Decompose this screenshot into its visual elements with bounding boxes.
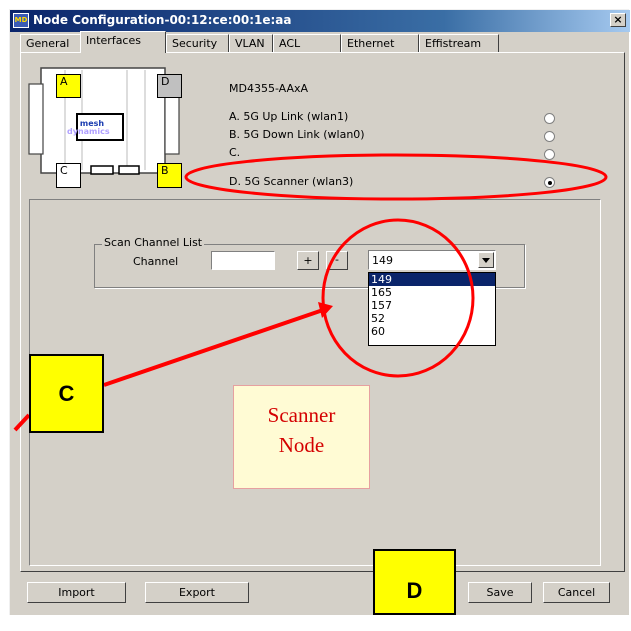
export-button[interactable]: Export <box>145 582 249 603</box>
chevron-down-icon[interactable] <box>478 252 494 268</box>
scanner-node-label: Scanner Node <box>233 385 370 489</box>
channel-label: Channel <box>133 255 179 268</box>
tab-acl[interactable]: ACL <box>273 34 341 52</box>
tab-effistream[interactable]: Effistream <box>419 34 499 52</box>
channel-option[interactable]: 165 <box>369 286 495 299</box>
interface-label-d: D. 5G Scanner (wlan3) <box>229 175 354 188</box>
channel-input[interactable] <box>211 251 275 270</box>
interface-radio-c[interactable] <box>544 149 555 160</box>
channel-select[interactable]: 149 <box>368 250 496 270</box>
logo-line-2: dynamics <box>67 127 110 136</box>
mesh-dynamics-logo: mesh dynamics <box>67 120 110 136</box>
close-button[interactable]: × <box>610 13 626 27</box>
app-icon: MD <box>13 13 29 28</box>
tab-general[interactable]: General <box>20 34 81 52</box>
device-model: MD4355-AAxA <box>229 82 309 95</box>
interface-label-a: A. 5G Up Link (wlan1) <box>229 110 349 123</box>
scanner-label-line-2: Node <box>278 433 325 457</box>
channel-option[interactable]: 60 <box>369 325 495 338</box>
interface-radio-d[interactable] <box>544 177 555 188</box>
channel-option[interactable]: 157 <box>369 299 495 312</box>
window-title: Node Configuration-00:12:ce:00:1e:aa <box>33 13 292 27</box>
import-button[interactable]: Import <box>27 582 126 603</box>
callout-c: C <box>29 354 104 433</box>
interface-radio-b[interactable] <box>544 131 555 142</box>
port-a: A <box>56 74 81 98</box>
tab-interfaces[interactable]: Interfaces <box>80 31 166 53</box>
port-c: C <box>56 163 81 188</box>
channel-option[interactable]: 52 <box>369 312 495 325</box>
interface-label-b: B. 5G Down Link (wlan0) <box>229 128 365 141</box>
remove-channel-button[interactable]: - <box>326 251 348 270</box>
channel-select-value: 149 <box>372 254 393 267</box>
cancel-button[interactable]: Cancel <box>543 582 610 603</box>
scan-channel-group-title: Scan Channel List <box>102 236 205 249</box>
tab-ethernet[interactable]: Ethernet <box>341 34 419 52</box>
callout-d: D <box>373 549 456 615</box>
tab-vlan[interactable]: VLAN <box>229 34 273 52</box>
save-button[interactable]: Save <box>468 582 532 603</box>
add-channel-button[interactable]: + <box>297 251 319 270</box>
scanner-label-line-1: Scanner <box>267 403 336 427</box>
port-d: D <box>157 74 182 98</box>
interface-label-c: C. <box>229 146 241 159</box>
tab-security[interactable]: Security <box>166 34 229 52</box>
channel-option[interactable]: 149 <box>369 273 495 286</box>
port-b: B <box>157 163 182 188</box>
interface-radio-a[interactable] <box>544 113 555 124</box>
title-bar[interactable]: MD Node Configuration-00:12:ce:00:1e:aa … <box>10 10 630 32</box>
channel-dropdown-list: 149 165 157 52 60 <box>368 272 496 346</box>
